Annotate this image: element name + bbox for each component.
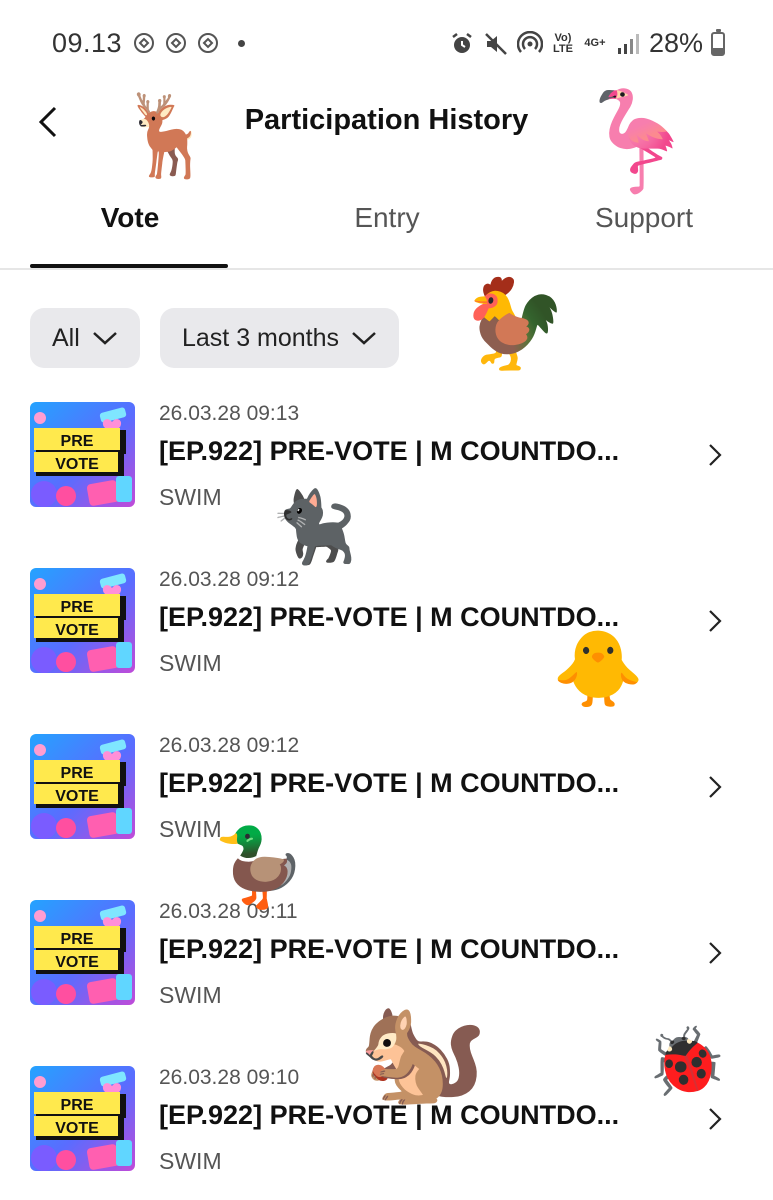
battery-icon [711, 28, 725, 56]
tab-support[interactable]: Support [544, 202, 744, 234]
volte-indicator: Vo) LTE [552, 31, 573, 55]
tab-entry[interactable]: Entry [287, 202, 487, 234]
item-date: 26.03.28 09:12 [159, 568, 300, 591]
thumb-text-vote: VOTE [55, 954, 99, 971]
signal-icon [617, 33, 639, 54]
item-artist: SWIM [159, 650, 222, 676]
divider [0, 268, 773, 270]
ladybug-sticker: 🐞 [645, 1024, 728, 1098]
vote-thumbnail: PRE VOTE [30, 568, 135, 673]
notification-icons [132, 31, 245, 55]
status-time: 09.13 [52, 28, 123, 58]
thumb-text-vote: VOTE [55, 788, 99, 805]
vote-thumbnail: PRE VOTE [30, 1066, 135, 1171]
app-notification-icon [198, 33, 218, 53]
alarm-icon [452, 32, 472, 53]
item-date: 26.03.28 09:10 [159, 1066, 300, 1089]
thumb-text-vote: VOTE [55, 456, 99, 473]
item-artist: SWIM [159, 982, 222, 1008]
chick-sticker: 🐥 [552, 627, 645, 710]
hotspot-icon [516, 30, 543, 53]
flamingo-sticker: 🦩 [576, 86, 699, 196]
chevron-right-icon [709, 610, 722, 632]
list-item[interactable]: PRE VOTE 26.03.28 09:12 [EP.922] PRE-VOT… [0, 568, 773, 734]
mute-icon [485, 32, 507, 55]
list-item[interactable]: PRE VOTE 26.03.28 09:12 [EP.922] PRE-VOT… [0, 734, 773, 900]
item-title: [EP.922] PRE-VOTE | M COUNTDO... [159, 768, 620, 798]
type-filter-label: All [52, 323, 80, 352]
rooster-sticker: 🐓 [458, 274, 568, 373]
period-filter-label: Last 3 months [182, 323, 340, 352]
chevron-down-icon [92, 332, 117, 345]
item-date: 26.03.28 09:12 [159, 734, 300, 757]
vote-thumbnail: PRE VOTE [30, 900, 135, 1005]
item-artist: SWIM [159, 1148, 222, 1174]
vote-thumbnail: PRE VOTE [30, 402, 135, 507]
duck-sticker: 🦆 [212, 825, 307, 910]
thumb-text-vote: VOTE [55, 1120, 99, 1137]
item-title: [EP.922] PRE-VOTE | M COUNTDO... [159, 436, 620, 466]
system-status-icons: Vo) LTE 4G+ 28% [449, 28, 725, 59]
tab-bar: Vote Entry Support [0, 190, 773, 270]
app-notification-icon [134, 33, 154, 53]
chipmunk-sticker: 🐿️ [358, 994, 488, 1110]
chevron-right-icon [709, 776, 722, 798]
app-notification-icon [166, 33, 186, 53]
network-4g-indicator: 4G+ [584, 37, 606, 49]
thumb-text-pre: PRE [61, 599, 94, 616]
battery-percent: 28% [648, 28, 703, 58]
item-date: 26.03.28 09:13 [159, 402, 300, 425]
chevron-right-icon [709, 942, 722, 964]
item-artist: SWIM [159, 484, 222, 510]
chevron-right-icon [709, 444, 722, 466]
tab-vote[interactable]: Vote [30, 202, 230, 234]
thumb-text-pre: PRE [61, 765, 94, 782]
thumb-text-vote: VOTE [55, 622, 99, 639]
thumb-text-pre: PRE [61, 931, 94, 948]
list-item[interactable]: PRE VOTE 26.03.28 09:13 [EP.922] PRE-VOT… [0, 402, 773, 568]
vote-thumbnail: PRE VOTE [30, 734, 135, 839]
item-title: [EP.922] PRE-VOTE | M COUNTDO... [159, 934, 620, 964]
deer-sticker: 🦌 [118, 91, 218, 180]
thumb-text-pre: PRE [61, 1097, 94, 1114]
type-filter-dropdown[interactable]: All [30, 308, 140, 368]
cat-sticker: 🐈‍⬛ [270, 488, 358, 566]
battery-level-fill [713, 47, 723, 54]
more-notifications-dot [238, 39, 245, 47]
thumb-text-pre: PRE [61, 433, 94, 450]
chevron-down-icon [352, 332, 376, 345]
status-bar: 09.13 Vo) LTE 4G+ 28% [0, 0, 773, 88]
chevron-right-icon [709, 1108, 722, 1130]
period-filter-dropdown[interactable]: Last 3 months [160, 308, 400, 368]
